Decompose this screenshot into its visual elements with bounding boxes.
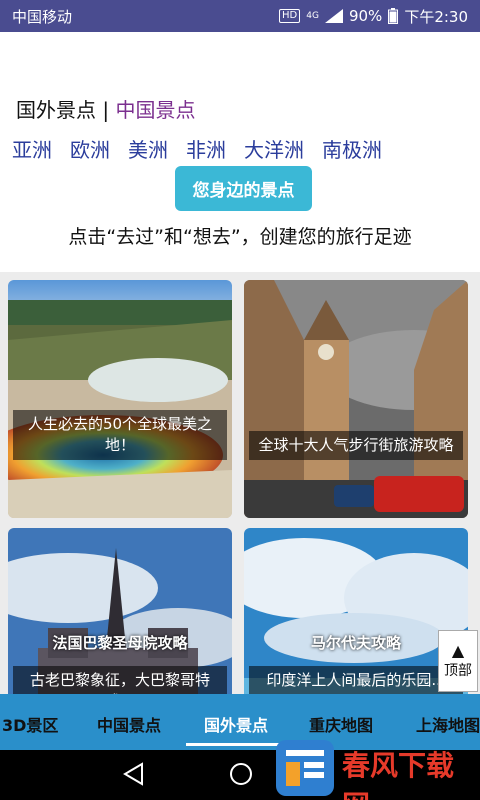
battery-percent: 90%	[348, 7, 383, 25]
article-card[interactable]: 人生必去的50个全球最美之地！	[8, 280, 232, 518]
region-toggle: 国外景点 | 中国景点	[16, 94, 195, 123]
continent-antarctica[interactable]: 南极洲	[322, 134, 382, 163]
article-grid: 人生必去的50个全球最美之地！ 全球十大人气步行街旅游攻略 法国巴黎圣母院攻略 …	[0, 272, 480, 694]
signal-icon	[324, 9, 343, 23]
tab-china-spots-bottom[interactable]: 中国景点	[97, 712, 161, 736]
card-caption: 全球十大人气步行街旅游攻略	[249, 431, 463, 460]
card-image-title: 马尔代夫攻略	[310, 634, 401, 652]
continent-europe[interactable]: 欧洲	[70, 134, 110, 163]
header-panel: 国外景点 | 中国景点 亚洲 欧洲 美洲 非洲 大洋洲 南极洲 您身边的景点 点…	[0, 32, 480, 272]
footprint-hint: 点击“去过”和“想去”，创建您的旅行足迹	[68, 226, 412, 248]
continent-oceania[interactable]: 大洋洲	[244, 134, 304, 163]
arrow-up-icon: ▲	[451, 641, 465, 660]
tab-3d-scenic[interactable]: 3D景区	[2, 712, 58, 736]
card-caption: 人生必去的50个全球最美之地！	[13, 410, 227, 460]
card-caption: 古老巴黎象征，大巴黎哥特式...	[13, 666, 227, 694]
card-caption: 印度洋上人间最后的乐园...	[249, 666, 463, 694]
battery-icon	[388, 8, 399, 24]
watermark-logo: 春风下载网	[272, 736, 480, 800]
clock: 下午2:30	[404, 7, 468, 26]
article-card[interactable]: 法国巴黎圣母院攻略 古老巴黎象征，大巴黎哥特式...	[8, 528, 232, 694]
status-bar: 中国移动 HD 4G 90% 下午2:30	[0, 0, 480, 32]
back-icon[interactable]	[122, 762, 144, 790]
home-icon[interactable]	[229, 762, 253, 790]
tab-foreign-spots[interactable]: 国外景点	[16, 98, 96, 122]
nearby-spots-button[interactable]: 您身边的景点	[175, 166, 312, 211]
tab-foreign-spots-bottom[interactable]: 国外景点	[204, 712, 268, 736]
card-image	[8, 280, 232, 518]
tab-chongqing-map[interactable]: 重庆地图	[309, 712, 373, 736]
back-to-top-label: 顶部	[444, 663, 472, 679]
tab-separator: |	[102, 98, 110, 122]
continent-list: 亚洲 欧洲 美洲 非洲 大洋洲 南极洲	[12, 134, 400, 163]
continent-asia[interactable]: 亚洲	[12, 134, 52, 163]
status-icons: HD 4G 90% 下午2:30	[279, 6, 468, 27]
tab-china-spots[interactable]: 中国景点	[115, 98, 195, 122]
back-to-top-button[interactable]: ▲ 顶部	[438, 630, 478, 692]
card-image-title: 法国巴黎圣母院攻略	[52, 634, 188, 652]
article-card[interactable]: 全球十大人气步行街旅游攻略	[244, 280, 468, 518]
network-type: 4G	[306, 11, 319, 21]
tab-shanghai-map[interactable]: 上海地图	[416, 712, 480, 736]
hd-icon: HD	[279, 9, 301, 23]
continent-americas[interactable]: 美洲	[128, 134, 168, 163]
card-image	[244, 280, 468, 518]
continent-africa[interactable]: 非洲	[186, 134, 226, 163]
article-card[interactable]: 马尔代夫攻略 印度洋上人间最后的乐园...	[244, 528, 468, 694]
carrier-label: 中国移动	[12, 7, 73, 26]
watermark-text: 春风下载网	[342, 749, 455, 800]
